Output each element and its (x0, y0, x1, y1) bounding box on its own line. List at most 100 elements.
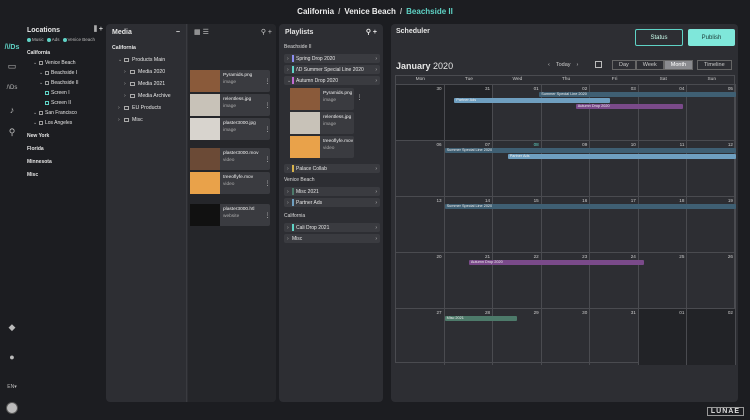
playlist-search-icon[interactable]: ⚲ (366, 29, 371, 36)
location-item[interactable]: Screen I (27, 88, 103, 98)
location-item[interactable]: California (27, 48, 103, 58)
more-options-icon[interactable]: ⋮ (265, 172, 271, 194)
avatar[interactable] (6, 402, 18, 414)
media-folder-item[interactable]: › EU Products (112, 102, 182, 114)
publish-button[interactable]: Publish (688, 29, 735, 46)
calendar-event[interactable]: Summer Special Line 2020 (539, 92, 736, 97)
media-card[interactable]: plaster3000.htl website ⋮ (190, 204, 271, 226)
playlist-item[interactable]: ›/\D Summer Special Line 2020 › (284, 65, 380, 74)
location-item[interactable]: Misc (27, 170, 103, 180)
chevron-right-icon[interactable]: › (375, 200, 377, 206)
add-location-button[interactable]: + (99, 26, 103, 33)
filter-icon[interactable]: ⫼ (94, 26, 97, 33)
help-icon[interactable]: ● (4, 350, 20, 364)
day-cell[interactable]: 31 (590, 309, 639, 365)
view-day[interactable]: Day (612, 60, 636, 70)
calendar-event[interactable]: Autumn Drop 2020 (575, 104, 683, 109)
media-folder-item[interactable]: › Media 2020 (112, 66, 182, 78)
music-icon[interactable]: ♪ (4, 103, 20, 117)
media-search-icon[interactable]: ⚲ (261, 29, 266, 36)
calendar-event[interactable]: Autumn Drop 2020 (468, 260, 644, 265)
location-item[interactable]: ⌄ Beachside I (27, 68, 103, 78)
chevron-right-icon[interactable]: › (375, 67, 377, 73)
language-select[interactable]: EN ▾ (4, 380, 20, 394)
screens-icon[interactable]: ▭ (4, 59, 20, 73)
chevron-right-icon[interactable]: › (375, 236, 377, 242)
calendar-icon[interactable] (595, 61, 602, 68)
more-options-icon[interactable]: ⋮ (265, 148, 271, 170)
search-icon[interactable]: ⚲ (4, 125, 20, 139)
playlist-cali-drop-2021[interactable]: › Cali Drop 2021 › (284, 223, 380, 232)
calendar-event[interactable]: Summer Special Line 2020 (444, 148, 736, 153)
filter-venice-beach[interactable]: Venice Beach (63, 37, 96, 42)
media-folder-item[interactable]: › Media Archive (112, 90, 182, 102)
location-item[interactable]: ⌄ San Francisco (27, 108, 103, 118)
playlist-media-card[interactable]: treeoflyfe.mov video (290, 136, 354, 158)
media-card[interactable]: treeoflyfe.mov video ⋮ (190, 172, 271, 194)
day-cell[interactable]: 27 (396, 309, 445, 365)
playlist-media-card[interactable]: relentless.jpg image (290, 112, 354, 134)
filter-music[interactable]: Music (27, 37, 44, 42)
filter-ads[interactable]: Ads (47, 37, 60, 42)
add-media-button[interactable]: + (268, 29, 272, 36)
more-options-icon[interactable]: ⋮ (265, 94, 271, 116)
rail-logo[interactable]: /\/Ds (5, 44, 20, 51)
media-card[interactable]: Pyramids.png image ⋮ (190, 70, 271, 92)
media-folder-item[interactable]: › Misc (112, 114, 182, 126)
prev-month-icon[interactable]: ‹ (548, 62, 550, 68)
playlist-misc-2021[interactable]: › Misc 2021 › (284, 187, 380, 196)
view-week[interactable]: Week (635, 60, 664, 70)
grid-view-icon[interactable]: ▦ (194, 29, 201, 36)
location-item[interactable]: Screen II (27, 98, 103, 108)
playlist-media-card[interactable]: Pyramids.png image ⋮ (290, 88, 363, 110)
more-options-icon[interactable]: ⋮ (265, 70, 271, 92)
media-card[interactable]: plaster3000.jpg image ⋮ (190, 118, 271, 140)
ads-icon[interactable]: /\Ds (4, 81, 20, 95)
chevron-right-icon[interactable]: › (375, 56, 377, 62)
next-month-icon[interactable]: › (577, 62, 579, 68)
playlist-misc[interactable]: › Misc › (284, 234, 380, 243)
add-playlist-button[interactable]: + (373, 29, 377, 36)
view-timeline[interactable]: Timeline (697, 60, 732, 70)
playlist-item[interactable]: ⌄ Autumn Drop 2020 › (284, 76, 380, 85)
day-cell[interactable]: 02 (687, 309, 736, 365)
location-item[interactable]: ⌄ Beachside II (27, 78, 103, 88)
chevron-right-icon[interactable]: › (375, 189, 377, 195)
playlist-partner-ads[interactable]: › Partner Ads › (284, 198, 380, 207)
playlist-item[interactable]: › Spring Drop 2020 › (284, 54, 380, 63)
location-item[interactable]: ⌄ Venice Beach (27, 58, 103, 68)
location-item[interactable]: Florida (27, 144, 103, 154)
collapse-icon[interactable]: − (176, 29, 180, 36)
day-cell[interactable]: 26 (687, 253, 736, 309)
more-options-icon[interactable]: ⋮ (265, 118, 271, 140)
day-cell[interactable]: 30 (542, 309, 591, 365)
day-cell[interactable]: 31 (444, 85, 494, 141)
calendar-event[interactable]: Misc 2021 (444, 316, 518, 321)
chevron-right-icon[interactable]: › (375, 78, 377, 84)
breadcrumb-venice-beach[interactable]: Venice Beach (344, 7, 396, 16)
more-options-icon[interactable]: ⋮ (357, 94, 363, 101)
day-cell[interactable]: 13 (396, 197, 445, 253)
breadcrumb-beachside-ii[interactable]: Beachside II (406, 7, 453, 16)
day-cell[interactable]: 30 (396, 85, 445, 141)
today-button[interactable]: Today (556, 62, 571, 68)
bell-icon[interactable]: ◆ (4, 320, 20, 334)
media-card[interactable]: relentless.jpg image ⋮ (190, 94, 271, 116)
calendar-event[interactable]: Summer Special Line 2020 (444, 204, 736, 209)
location-item[interactable]: New York (27, 131, 103, 141)
day-cell[interactable]: 01 (638, 309, 688, 365)
list-view-icon[interactable]: ☰ (203, 29, 209, 36)
day-cell[interactable]: 25 (639, 253, 688, 309)
view-month[interactable]: Month (663, 60, 694, 70)
media-folder-item[interactable]: › Media 2021 (112, 78, 182, 90)
day-cell[interactable]: 01 (493, 85, 542, 141)
chevron-right-icon[interactable]: › (375, 166, 377, 172)
location-item[interactable]: ⌄ Los Angeles (27, 118, 103, 128)
calendar-event[interactable]: Partner Ads (454, 98, 610, 103)
chevron-right-icon[interactable]: › (375, 225, 377, 231)
day-cell[interactable]: 20 (396, 253, 445, 309)
location-item[interactable]: Minnesota (27, 157, 103, 167)
more-options-icon[interactable]: ⋮ (265, 204, 271, 226)
day-cell[interactable]: 06 (396, 141, 445, 197)
calendar-event[interactable]: Partner Ads (507, 154, 736, 159)
